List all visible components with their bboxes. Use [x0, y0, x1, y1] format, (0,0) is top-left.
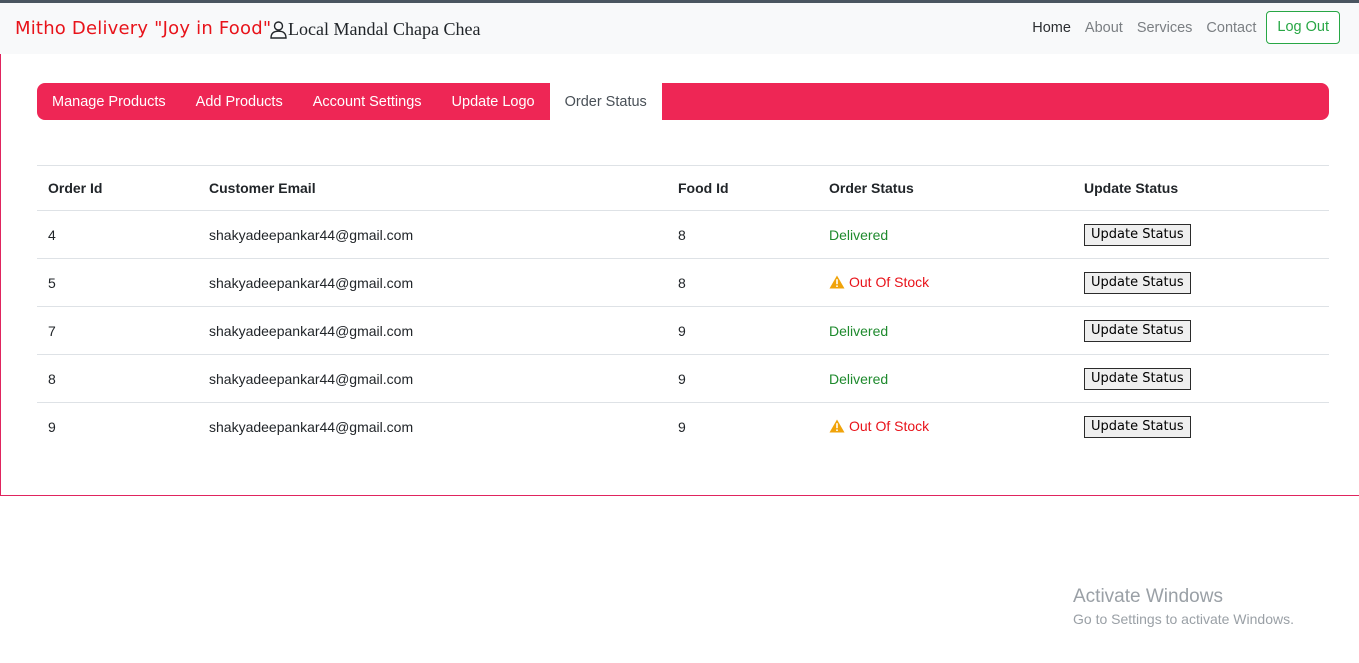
- customer-email-cell: shakyadeepankar44@gmail.com: [198, 402, 667, 450]
- update-status-button[interactable]: Update Status: [1084, 367, 1191, 390]
- status-out-of-stock-text: Out Of Stock: [849, 273, 930, 290]
- order-id-cell: 8: [37, 354, 198, 403]
- header-order-status: Order Status: [818, 165, 1073, 211]
- header-customer-email: Customer Email: [198, 165, 667, 211]
- table-row: 8 shakyadeepankar44@gmail.com 9 Delivere…: [37, 354, 1329, 403]
- admin-tab-bar: Manage Products Add Products Account Set…: [37, 83, 1329, 120]
- customer-email-cell: shakyadeepankar44@gmail.com: [198, 354, 667, 403]
- tab-add-products[interactable]: Add Products: [181, 83, 298, 120]
- orders-table: Order Id Customer Email Food Id Order St…: [37, 165, 1329, 450]
- header-food-id: Food Id: [667, 165, 818, 211]
- status-delivered-text: Delivered: [829, 322, 889, 339]
- table-row: 9 shakyadeepankar44@gmail.com 9 Out Of S…: [37, 402, 1329, 450]
- order-id-cell: 4: [37, 210, 198, 259]
- warning-icon: [829, 275, 845, 288]
- nav-home-link[interactable]: Home: [1032, 20, 1071, 36]
- customer-email-cell: shakyadeepankar44@gmail.com: [198, 210, 667, 259]
- tab-order-status[interactable]: Order Status: [549, 83, 662, 120]
- watermark-subtitle: Go to Settings to activate Windows.: [1073, 611, 1294, 627]
- update-status-cell: Update Status: [1073, 210, 1329, 259]
- order-id-cell: 7: [37, 306, 198, 355]
- order-status-cell: Delivered: [818, 354, 1073, 403]
- header-update-status: Update Status: [1073, 165, 1329, 211]
- update-status-button[interactable]: Update Status: [1084, 271, 1191, 294]
- update-status-cell: Update Status: [1073, 258, 1329, 307]
- update-status-button[interactable]: Update Status: [1084, 223, 1191, 246]
- table-row: 5 shakyadeepankar44@gmail.com 8 Out Of S…: [37, 258, 1329, 307]
- food-id-cell: 8: [667, 258, 818, 307]
- status-delivered-text: Delivered: [829, 370, 889, 387]
- update-status-cell: Update Status: [1073, 354, 1329, 403]
- table-row: 4 shakyadeepankar44@gmail.com 8 Delivere…: [37, 210, 1329, 259]
- tab-manage-products[interactable]: Manage Products: [37, 83, 181, 120]
- order-id-cell: 9: [37, 402, 198, 450]
- order-id-cell: 5: [37, 258, 198, 307]
- food-id-cell: 9: [667, 402, 818, 450]
- tab-update-logo[interactable]: Update Logo: [437, 83, 550, 120]
- update-status-button[interactable]: Update Status: [1084, 415, 1191, 438]
- brand-title[interactable]: Mitho Delivery "Joy in Food": [15, 18, 271, 39]
- navbar: Mitho Delivery "Joy in Food" Local Manda…: [0, 3, 1359, 54]
- customer-email-cell: shakyadeepankar44@gmail.com: [198, 306, 667, 355]
- update-status-cell: Update Status: [1073, 306, 1329, 355]
- warning-icon: [829, 419, 845, 432]
- nav-links: Home About Services Contact Log Out: [1018, 11, 1340, 44]
- order-status-cell: Out Of Stock: [818, 258, 1073, 307]
- customer-email-cell: shakyadeepankar44@gmail.com: [198, 258, 667, 307]
- watermark-title: Activate Windows: [1073, 586, 1223, 607]
- user-name: Local Mandal Chapa Chea: [288, 19, 481, 39]
- order-status-cell: Delivered: [818, 210, 1073, 259]
- status-delivered-text: Delivered: [829, 226, 889, 243]
- order-status-cell: Out Of Stock: [818, 402, 1073, 450]
- tab-account-settings[interactable]: Account Settings: [298, 83, 437, 120]
- user-area: Local Mandal Chapa Chea: [270, 19, 480, 40]
- person-icon: [270, 20, 288, 39]
- status-out-of-stock: Out Of Stock: [829, 274, 929, 290]
- nav-about-link[interactable]: About: [1085, 20, 1123, 36]
- activate-windows-watermark: Activate Windows Go to Settings to activ…: [1073, 586, 1294, 627]
- header-order-id: Order Id: [37, 165, 198, 211]
- status-out-of-stock-text: Out Of Stock: [849, 417, 930, 434]
- status-out-of-stock: Out Of Stock: [829, 418, 929, 434]
- table-header-row: Order Id Customer Email Food Id Order St…: [37, 165, 1329, 211]
- food-id-cell: 9: [667, 306, 818, 355]
- food-id-cell: 9: [667, 354, 818, 403]
- update-status-button[interactable]: Update Status: [1084, 319, 1191, 342]
- nav-services-link[interactable]: Services: [1137, 20, 1193, 36]
- food-id-cell: 8: [667, 210, 818, 259]
- logout-button[interactable]: Log Out: [1266, 11, 1340, 44]
- order-status-cell: Delivered: [818, 306, 1073, 355]
- nav-contact-link[interactable]: Contact: [1206, 20, 1256, 36]
- table-row: 7 shakyadeepankar44@gmail.com 9 Delivere…: [37, 306, 1329, 355]
- update-status-cell: Update Status: [1073, 402, 1329, 450]
